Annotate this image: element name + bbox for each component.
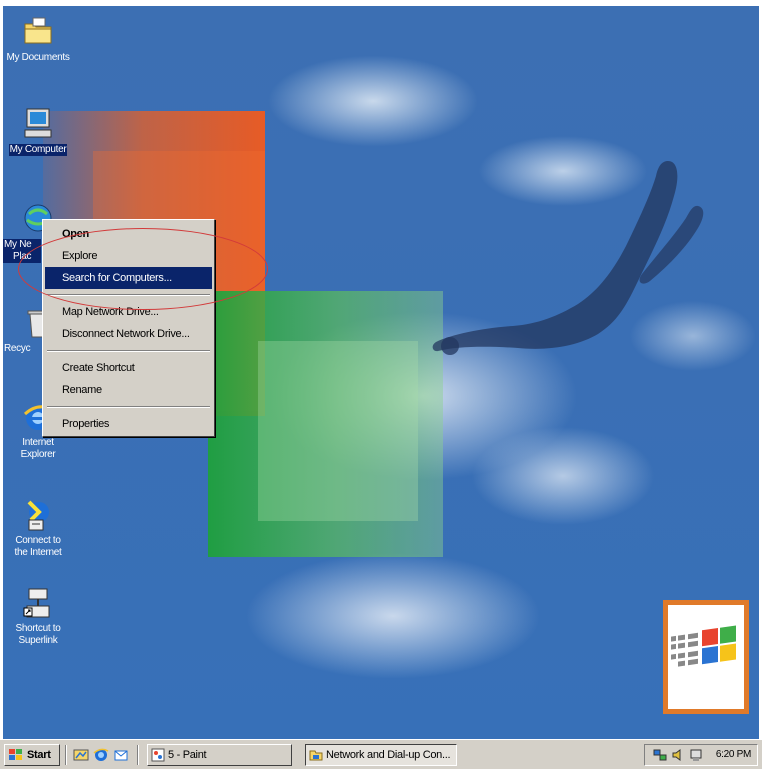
ie-quicklaunch-icon[interactable] bbox=[93, 747, 109, 763]
desktop-icon-shortcut-superlink[interactable]: Shortcut to Superlink bbox=[3, 586, 73, 647]
desktop-icon-label: My Documents bbox=[6, 52, 70, 63]
menu-item-properties[interactable]: Properties bbox=[45, 413, 212, 435]
task-button-paint[interactable]: 5 - Paint bbox=[147, 744, 292, 766]
network-tray-icon[interactable] bbox=[653, 748, 667, 762]
outlook-express-icon[interactable] bbox=[113, 747, 129, 763]
taskbar: Start 5 - Paint Network and Dial-up Con.… bbox=[0, 739, 762, 769]
connect-icon bbox=[21, 498, 55, 532]
shortcut-icon bbox=[21, 586, 55, 620]
folder-icon bbox=[21, 14, 55, 48]
network-folder-icon bbox=[309, 748, 323, 762]
computer-icon bbox=[21, 106, 55, 140]
menu-separator bbox=[47, 350, 210, 352]
menu-separator bbox=[47, 406, 210, 408]
desktop-icon-label: My Computer bbox=[8, 144, 68, 156]
wallpaper-diver-silhouette bbox=[432, 161, 704, 355]
desktop-icon-label: Recyc bbox=[4, 343, 31, 354]
desktop-icon-label: Shortcut to bbox=[15, 623, 61, 634]
connection-tray-icon[interactable] bbox=[689, 748, 703, 762]
start-label: Start bbox=[27, 749, 51, 761]
annotation-ellipse bbox=[18, 228, 268, 310]
windows-logo-icon bbox=[663, 600, 749, 714]
volume-icon[interactable] bbox=[671, 748, 685, 762]
quicklaunch-separator bbox=[137, 745, 139, 765]
task-label: Network and Dial-up Con... bbox=[326, 749, 451, 761]
desktop-icon-label-line2: Explorer bbox=[20, 449, 56, 460]
paint-icon bbox=[151, 748, 165, 762]
quicklaunch-separator bbox=[65, 745, 67, 765]
task-button-network-dialup[interactable]: Network and Dial-up Con... bbox=[305, 744, 457, 766]
clock[interactable]: 6:20 PM bbox=[716, 749, 751, 760]
desktop-icon-label: Connect to bbox=[15, 535, 61, 546]
desktop-icon-label-line2: the Internet bbox=[14, 547, 62, 558]
desktop-icon-label: Internet bbox=[22, 437, 54, 448]
windows-flag-icon bbox=[8, 748, 22, 762]
desktop[interactable]: My Documents My Computer My Ne Plac Recy… bbox=[3, 6, 759, 739]
task-label: 5 - Paint bbox=[168, 749, 207, 761]
show-desktop-icon[interactable] bbox=[73, 747, 89, 763]
menu-item-create-shortcut[interactable]: Create Shortcut bbox=[45, 357, 212, 379]
desktop-icon-connect-internet[interactable]: Connect to the Internet bbox=[3, 498, 73, 559]
system-tray: 6:20 PM bbox=[644, 744, 758, 766]
menu-item-disconnect-network-drive[interactable]: Disconnect Network Drive... bbox=[45, 323, 212, 345]
desktop-icon-recycle-bin[interactable]: Recyc bbox=[3, 306, 49, 355]
desktop-icon-label-line2: Superlink bbox=[18, 635, 58, 646]
desktop-icon-my-computer[interactable]: My Computer bbox=[3, 106, 73, 156]
start-button[interactable]: Start bbox=[4, 744, 60, 766]
desktop-icon-my-documents[interactable]: My Documents bbox=[3, 14, 73, 64]
menu-item-rename[interactable]: Rename bbox=[45, 379, 212, 401]
wallpaper-green-overlay bbox=[258, 341, 418, 521]
